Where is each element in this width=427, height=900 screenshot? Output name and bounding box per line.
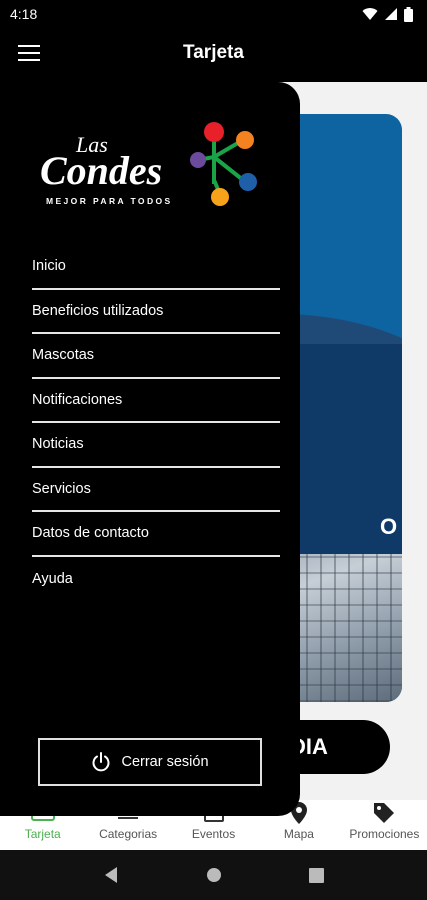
wifi-icon xyxy=(362,8,378,20)
nav-promociones[interactable]: Promociones xyxy=(342,800,427,850)
system-nav-bar xyxy=(0,850,427,900)
las-condes-logo: Las Condes MEJOR PARA TODOS xyxy=(38,122,268,212)
back-icon[interactable] xyxy=(103,866,119,884)
logo-tagline: MEJOR PARA TODOS xyxy=(46,196,173,206)
card-partial-text: O xyxy=(380,514,398,539)
menu-item-ayuda[interactable]: Ayuda xyxy=(32,557,280,602)
menu-item-beneficios-utilizados[interactable]: Beneficios utilizados xyxy=(32,290,280,334)
navigation-drawer: Las Condes MEJOR PARA TODOS Inicio Benef… xyxy=(0,82,300,816)
home-icon[interactable] xyxy=(206,867,222,883)
power-icon xyxy=(93,752,110,772)
menu-item-notificaciones[interactable]: Notificaciones xyxy=(32,379,280,423)
signal-icon xyxy=(385,8,397,20)
app-bar: Tarjeta xyxy=(0,28,427,82)
nav-label-categorias: Categorias xyxy=(99,827,158,841)
nav-label-eventos: Eventos xyxy=(191,827,236,841)
menu-item-inicio[interactable]: Inicio xyxy=(32,245,280,290)
menu-item-mascotas[interactable]: Mascotas xyxy=(32,334,280,379)
menu-item-noticias[interactable]: Noticias xyxy=(32,423,280,468)
menu-item-servicios[interactable]: Servicios xyxy=(32,468,280,512)
battery-icon xyxy=(404,6,413,22)
tag-icon xyxy=(374,803,395,823)
nav-label-tarjeta: Tarjeta xyxy=(24,827,61,841)
page-title: Tarjeta xyxy=(183,42,244,63)
status-time: 4:18 xyxy=(10,6,38,22)
nav-label-promociones: Promociones xyxy=(349,827,420,841)
menu-item-datos-de-contacto[interactable]: Datos de contacto xyxy=(32,512,280,557)
logo-text-condes: Condes xyxy=(40,148,162,193)
status-icons xyxy=(362,6,413,22)
status-bar: 4:18 xyxy=(0,0,427,28)
logout-button[interactable]: Cerrar sesión xyxy=(38,738,262,786)
recents-icon[interactable] xyxy=(308,867,324,883)
logout-label: Cerrar sesión xyxy=(121,754,209,770)
nav-label-mapa: Mapa xyxy=(283,827,314,841)
drawer-menu: Inicio Beneficios utilizados Mascotas No… xyxy=(32,245,280,601)
